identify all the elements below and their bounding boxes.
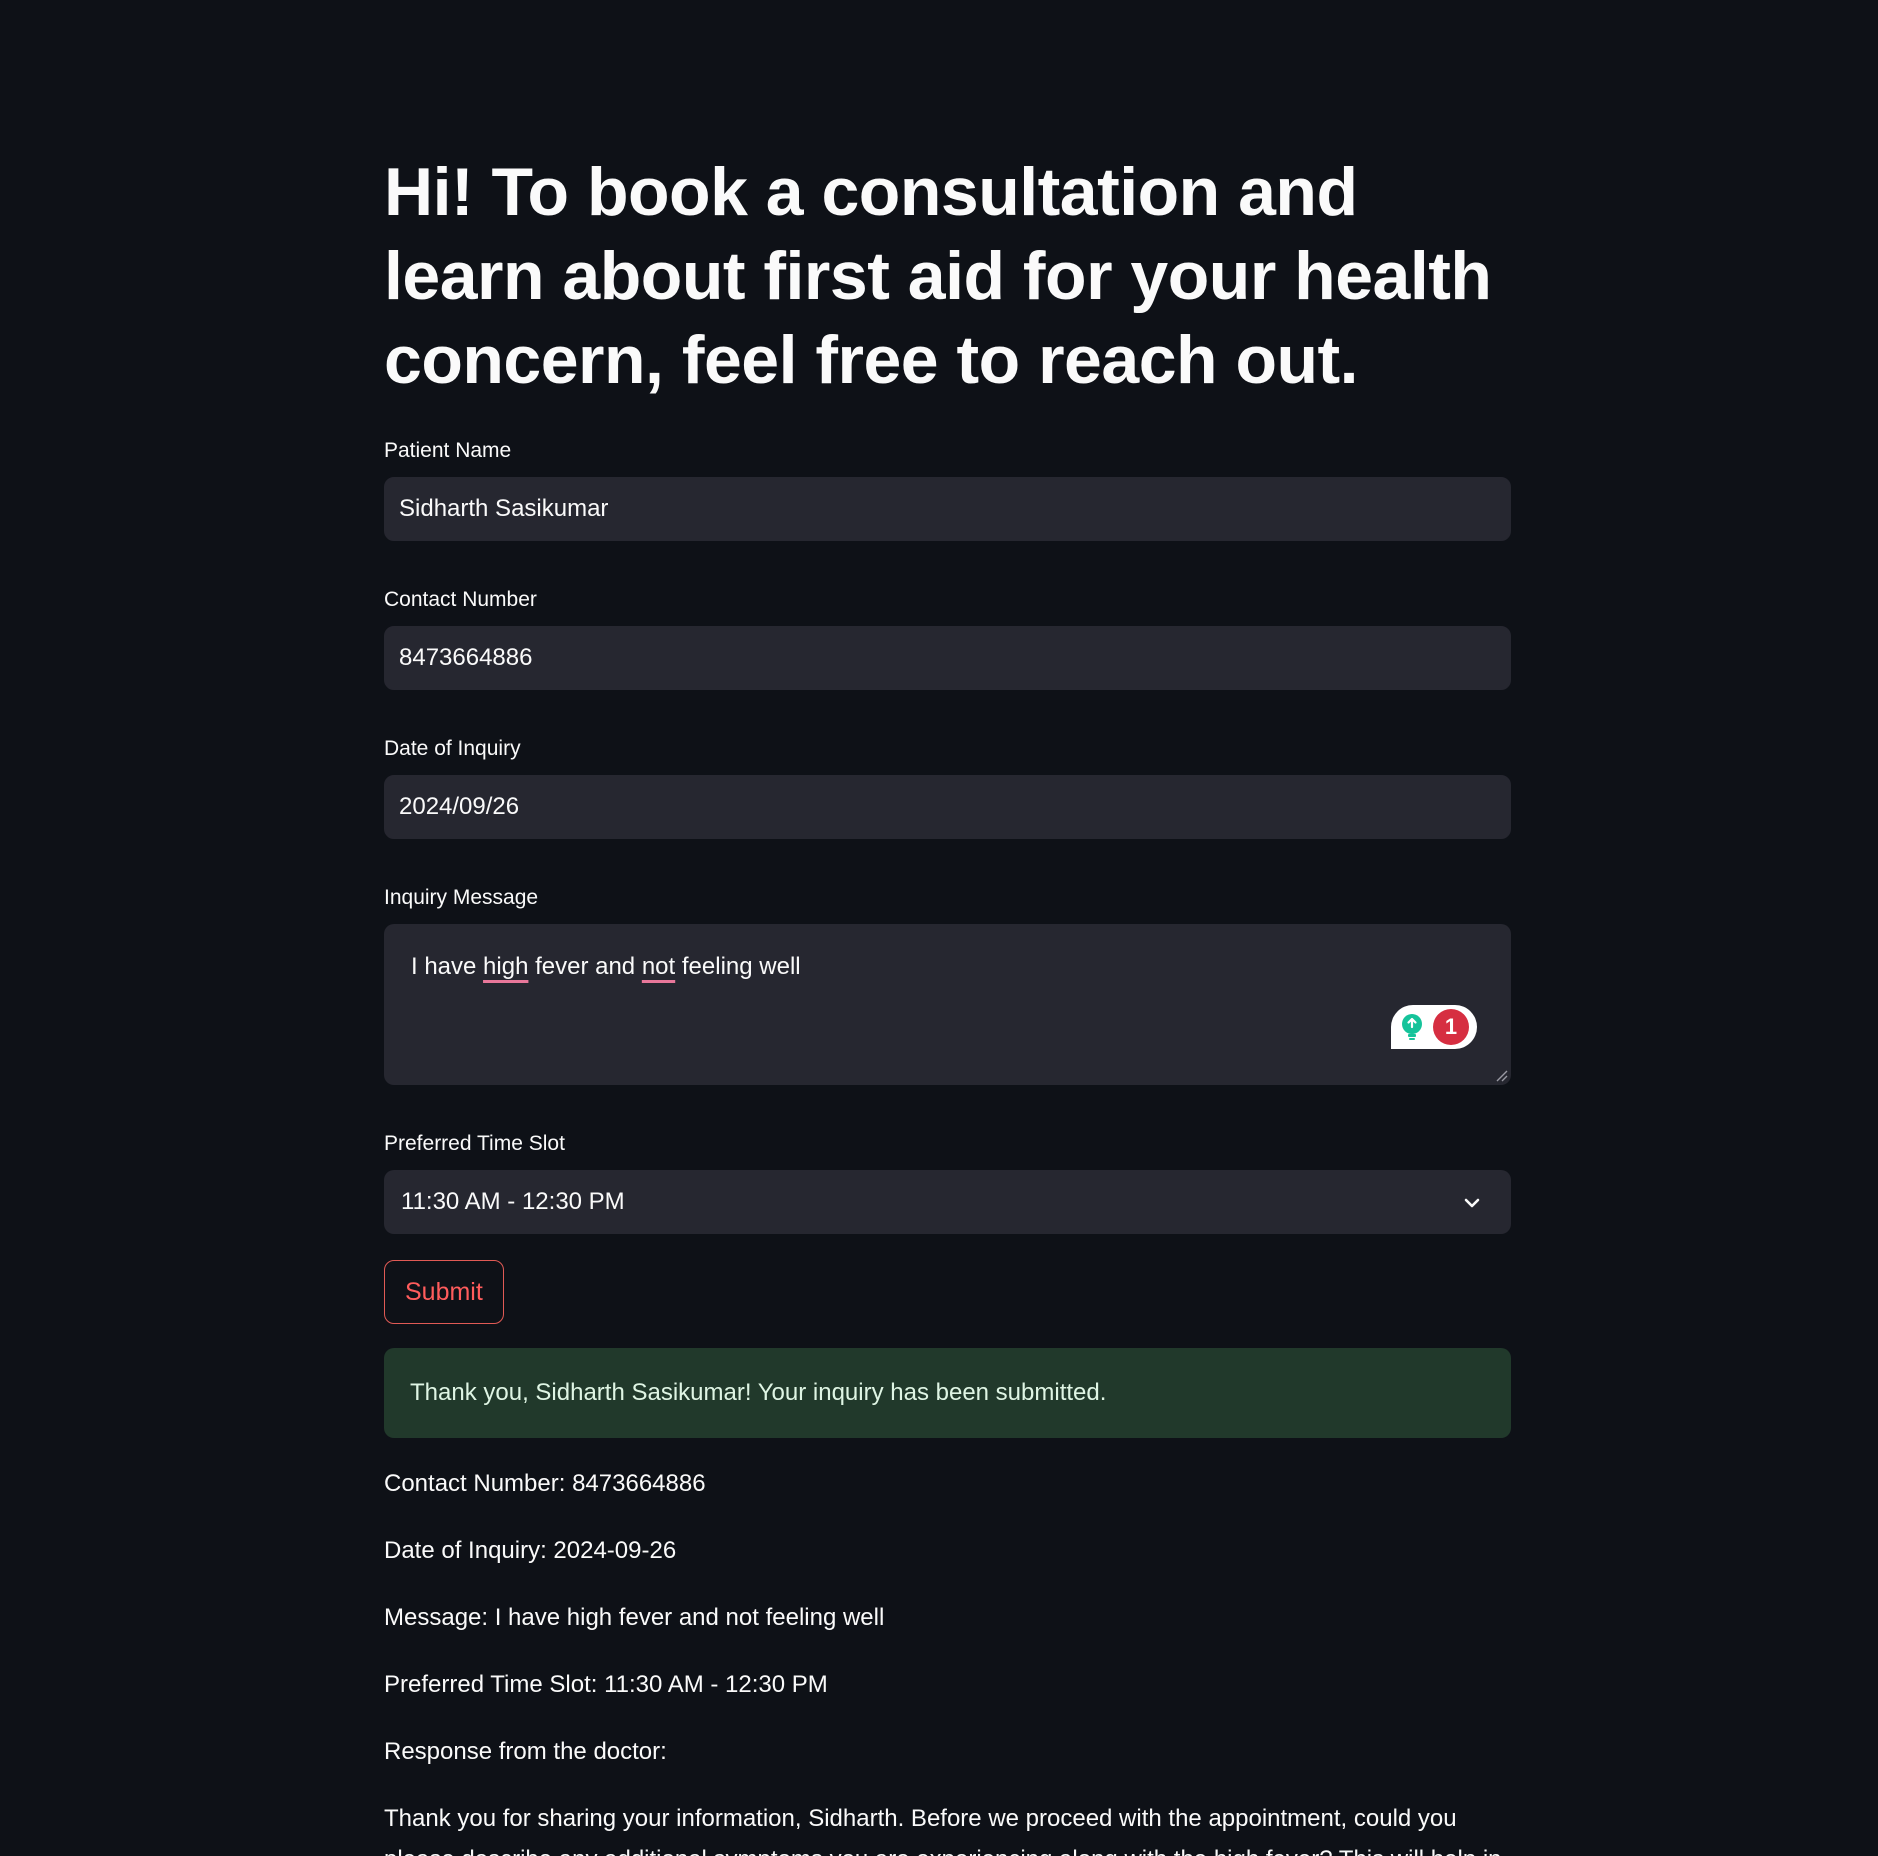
contact-number-input[interactable]	[384, 626, 1511, 690]
summary-date-of-inquiry: Date of Inquiry: 2024-09-26	[384, 1537, 677, 1564]
time-slot-selected-value: 11:30 AM - 12:30 PM	[401, 1188, 625, 1215]
doctor-response-heading: Response from the doctor:	[384, 1738, 667, 1765]
contact-number-field: Contact Number	[384, 587, 1511, 690]
message-seg-3: fever and	[528, 953, 642, 980]
grammarly-bulb-icon	[1397, 1012, 1427, 1042]
resize-handle-icon[interactable]	[1494, 1068, 1508, 1082]
success-message: Thank you, Sidharth Sasikumar! Your inqu…	[410, 1379, 1107, 1406]
app-page: Hi! To book a consultation and learn abo…	[0, 0, 1878, 1856]
contact-number-label: Contact Number	[384, 588, 537, 611]
summary-message: Message: I have high fever and not feeli…	[384, 1604, 885, 1631]
patient-name-label: Patient Name	[384, 439, 512, 462]
chevron-down-icon	[1464, 1198, 1480, 1208]
message-seg-5: feeling well	[675, 953, 801, 980]
inquiry-message-label: Inquiry Message	[384, 886, 539, 909]
date-of-inquiry-label: Date of Inquiry	[384, 737, 521, 760]
patient-name-field: Patient Name	[384, 438, 1511, 541]
inquiry-message-field: Inquiry Message I have high fever and no…	[384, 885, 1511, 1085]
message-seg-1: I have	[411, 953, 484, 980]
grammarly-count-badge: 1	[1433, 1009, 1469, 1045]
inquiry-message-text: I have high fever and not feeling well	[411, 952, 801, 982]
spell-flag-word-high[interactable]: high	[483, 953, 528, 980]
inquiry-message-textarea[interactable]: I have high fever and not feeling well 1	[384, 924, 1511, 1085]
page-title: Hi! To book a consultation and learn abo…	[384, 154, 1492, 398]
summary-contact-number: Contact Number: 8473664886	[384, 1470, 706, 1497]
doctor-response-text: Thank you for sharing your information, …	[384, 1805, 1502, 1856]
date-of-inquiry-field: Date of Inquiry	[384, 736, 1511, 839]
spell-flag-word-not[interactable]: not	[642, 953, 675, 980]
summary-time-slot: Preferred Time Slot: 11:30 AM - 12:30 PM	[384, 1671, 828, 1698]
submit-button[interactable]: Submit	[384, 1260, 504, 1324]
main-content: Hi! To book a consultation and learn abo…	[384, 150, 1511, 1856]
success-alert: Thank you, Sidharth Sasikumar! Your inqu…	[384, 1348, 1511, 1438]
time-slot-field: Preferred Time Slot 11:30 AM - 12:30 PM	[384, 1131, 1511, 1234]
grammarly-widget[interactable]: 1	[1391, 1005, 1477, 1049]
patient-name-input[interactable]	[384, 477, 1511, 541]
time-slot-select[interactable]: 11:30 AM - 12:30 PM	[384, 1170, 1511, 1234]
time-slot-label: Preferred Time Slot	[384, 1132, 565, 1155]
submission-summary: Contact Number: 8473664886 Date of Inqui…	[384, 1463, 1511, 1856]
date-of-inquiry-input[interactable]	[384, 775, 1511, 839]
